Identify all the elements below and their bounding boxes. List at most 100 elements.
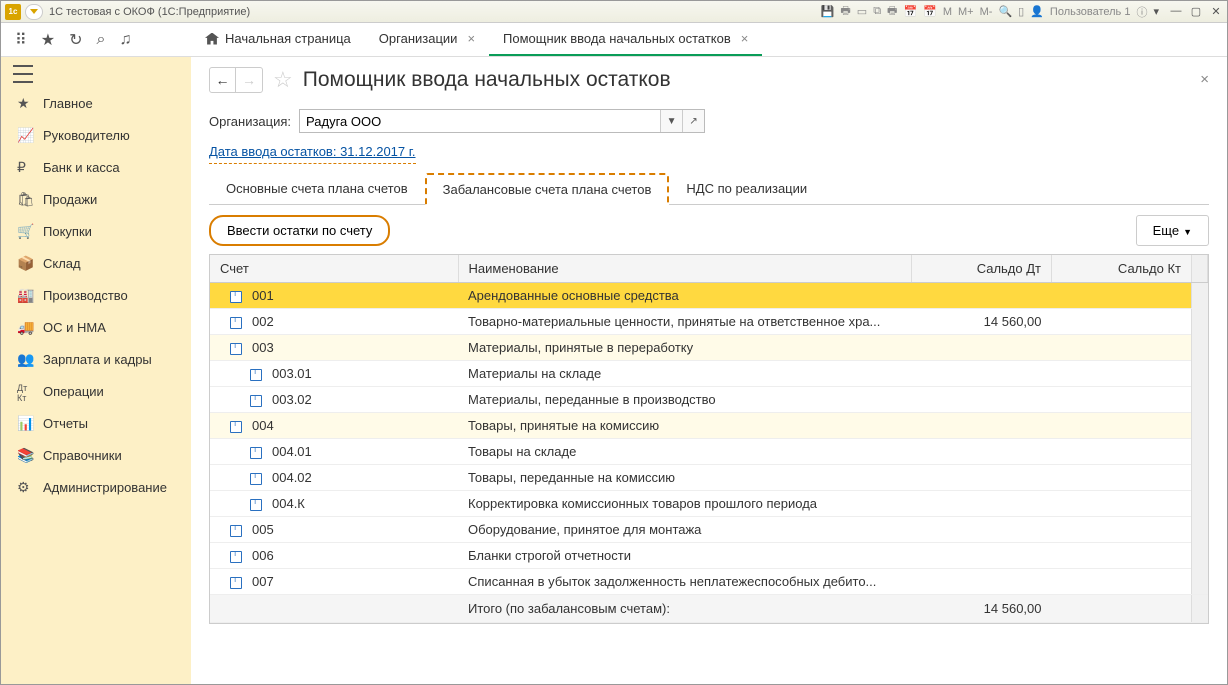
sidebar-item-manager[interactable]: 📈Руководителю: [1, 119, 191, 151]
tab-balance-assistant-close-icon[interactable]: ×: [741, 31, 749, 46]
cell-account: 001: [210, 283, 458, 309]
app-menu-dropdown[interactable]: [25, 4, 43, 20]
calculator-mplus-icon[interactable]: M+: [958, 6, 974, 18]
nav-forward-button[interactable]: →: [236, 68, 262, 92]
table-row[interactable]: 005Оборудование, принятое для монтажа: [210, 517, 1208, 543]
sidebar-item-reports[interactable]: 📊Отчеты: [1, 407, 191, 439]
calendar-icon[interactable]: 📅: [903, 5, 917, 18]
enter-balances-button[interactable]: Ввести остатки по счету: [209, 215, 390, 246]
maximize-icon[interactable]: ▢: [1189, 5, 1203, 18]
table-row[interactable]: 003.01Материалы на складе: [210, 361, 1208, 387]
cell-account: 004.К: [210, 491, 458, 517]
cell-debit: [912, 439, 1052, 465]
table-row[interactable]: 007Списанная в убыток задолженность непл…: [210, 569, 1208, 595]
sidebar-item-bank[interactable]: ₽Банк и касса: [1, 151, 191, 183]
favorite-star-icon[interactable]: ☆: [273, 67, 293, 93]
close-window-icon[interactable]: ✕: [1209, 5, 1223, 18]
compare-icon[interactable]: ⧉: [873, 5, 881, 18]
sidebar-toggle-icon[interactable]: [13, 65, 33, 83]
tab-home[interactable]: Начальная страница: [191, 23, 365, 56]
sidebar-item-sales[interactable]: 🛍Продажи: [1, 183, 191, 215]
table-body: 001Арендованные основные средства002Това…: [210, 283, 1208, 595]
document-icon[interactable]: ▭: [857, 5, 867, 18]
table-row[interactable]: 003.02Материалы, переданные в производст…: [210, 387, 1208, 413]
ruble-icon: ₽: [17, 159, 33, 175]
panel-icon[interactable]: ▯: [1018, 5, 1024, 18]
table-row[interactable]: 004.02Товары, переданные на комиссию: [210, 465, 1208, 491]
date-icon[interactable]: 📅: [923, 5, 937, 18]
user-label[interactable]: Пользователь 1: [1050, 6, 1131, 18]
tab-vat-sales[interactable]: НДС по реализации: [669, 173, 824, 205]
history-icon[interactable]: ↻: [69, 30, 82, 50]
more-button[interactable]: Еще▼: [1136, 215, 1209, 246]
sidebar-item-production[interactable]: 🏭Производство: [1, 279, 191, 311]
cell-credit: [1052, 569, 1192, 595]
table-row[interactable]: 002Товарно-материальные ценности, принят…: [210, 309, 1208, 335]
nav-back-button[interactable]: ←: [210, 68, 236, 92]
sidebar-item-operations[interactable]: ДтКтОперации: [1, 375, 191, 407]
truck-icon: 🚚: [17, 319, 33, 335]
footer-credit: [1052, 595, 1192, 623]
col-account[interactable]: Счет: [210, 255, 458, 283]
sidebar-item-label: Администрирование: [43, 480, 167, 495]
minimize-icon[interactable]: —: [1169, 5, 1183, 18]
cell-debit: [912, 413, 1052, 439]
print2-icon[interactable]: 🖶: [887, 2, 897, 21]
gear-icon: ⚙: [17, 479, 33, 495]
table-row[interactable]: 003Материалы, принятые в переработку: [210, 335, 1208, 361]
zoom-icon[interactable]: 🔍: [998, 5, 1012, 18]
sidebar-item-label: Зарплата и кадры: [43, 352, 152, 367]
cell-debit: [912, 517, 1052, 543]
sidebar: ★Главное 📈Руководителю ₽Банк и касса 🛍Пр…: [1, 57, 191, 684]
save-icon[interactable]: 💾: [821, 5, 835, 18]
sidebar-item-directories[interactable]: 📚Справочники: [1, 439, 191, 471]
info-icon[interactable]: ⓘ: [1136, 4, 1147, 20]
table-row[interactable]: 006Бланки строгой отчетности: [210, 543, 1208, 569]
cell-name: Товары, принятые на комиссию: [458, 413, 912, 439]
notifications-icon[interactable]: ♫: [119, 31, 131, 49]
cell-credit: [1052, 309, 1192, 335]
sidebar-item-assets[interactable]: 🚚ОС и НМА: [1, 311, 191, 343]
sidebar-item-main[interactable]: ★Главное: [1, 87, 191, 119]
tab-organizations[interactable]: Организации ×: [365, 23, 489, 56]
org-input[interactable]: [300, 110, 660, 132]
table-row[interactable]: 004Товары, принятые на комиссию: [210, 413, 1208, 439]
calculator-m-icon[interactable]: M: [943, 6, 952, 18]
account-icon: [250, 473, 262, 485]
cell-name: Списанная в убыток задолженность неплате…: [458, 569, 912, 595]
search-icon[interactable]: ⌕: [96, 31, 105, 49]
table-row[interactable]: 001Арендованные основные средства: [210, 283, 1208, 309]
sidebar-item-hr[interactable]: 👥Зарплата и кадры: [1, 343, 191, 375]
sidebar-item-admin[interactable]: ⚙ Администрирование: [1, 471, 191, 503]
report-icon: 📊: [17, 415, 33, 431]
account-tabs: Основные счета плана счетов Забалансовые…: [209, 173, 1209, 205]
tab-organizations-close-icon[interactable]: ×: [467, 31, 475, 46]
col-name[interactable]: Наименование: [458, 255, 912, 283]
cell-name: Корректировка комиссионных товаров прошл…: [458, 491, 912, 517]
col-debit[interactable]: Сальдо Дт: [912, 255, 1052, 283]
cell-name: Материалы на складе: [458, 361, 912, 387]
tab-offbalance-accounts[interactable]: Забалансовые счета плана счетов: [425, 173, 670, 205]
org-dropdown-button[interactable]: ▼: [660, 110, 682, 132]
calculator-mminus-icon[interactable]: M-: [980, 6, 993, 18]
factory-icon: 🏭: [17, 287, 33, 303]
table-row[interactable]: 004.ККорректировка комиссионных товаров …: [210, 491, 1208, 517]
cell-account: 004: [210, 413, 458, 439]
close-page-icon[interactable]: ×: [1200, 71, 1209, 88]
print-icon[interactable]: 🖶: [840, 2, 850, 21]
org-open-button[interactable]: ↗: [682, 110, 704, 132]
sidebar-item-purchases[interactable]: 🛒Покупки: [1, 215, 191, 247]
chart-icon: 📈: [17, 127, 33, 143]
scrollbar[interactable]: [1192, 283, 1208, 595]
org-label: Организация:: [209, 114, 291, 129]
tab-main-accounts[interactable]: Основные счета плана счетов: [209, 173, 425, 205]
table-row[interactable]: 004.01Товары на складе: [210, 439, 1208, 465]
favorite-icon[interactable]: ★: [41, 30, 55, 50]
col-credit[interactable]: Сальдо Кт: [1052, 255, 1192, 283]
cell-credit: [1052, 283, 1192, 309]
cell-credit: [1052, 543, 1192, 569]
apps-icon[interactable]: ⠿: [15, 30, 27, 50]
tab-balance-assistant[interactable]: Помощник ввода начальных остатков ×: [489, 23, 762, 56]
entry-date-link[interactable]: Дата ввода остатков: 31.12.2017 г.: [209, 144, 416, 164]
sidebar-item-warehouse[interactable]: 📦Склад: [1, 247, 191, 279]
